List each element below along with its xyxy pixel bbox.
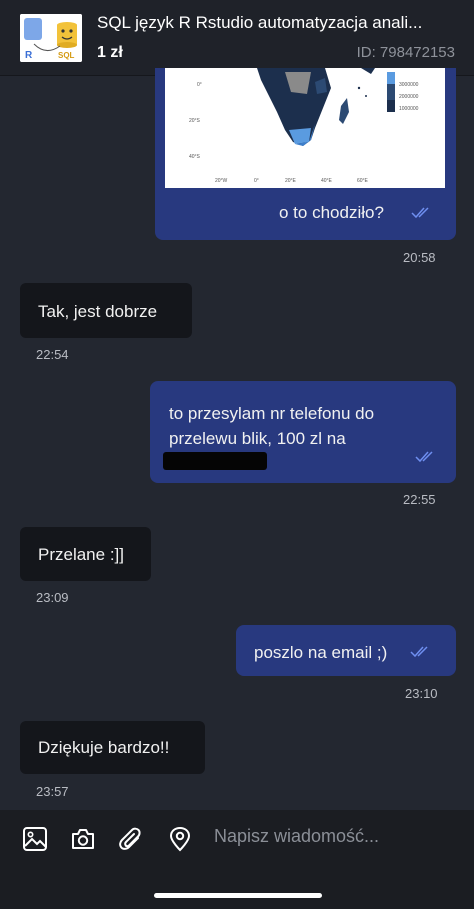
read-receipt-icon: [411, 207, 429, 219]
image-icon[interactable]: [22, 826, 48, 852]
legend-value: 2000000: [399, 94, 419, 100]
location-icon[interactable]: [167, 826, 193, 852]
message-time: 20:58: [403, 250, 436, 265]
paperclip-icon[interactable]: [118, 826, 144, 852]
lon-label: 0°: [254, 178, 259, 184]
message-time: 23:10: [405, 686, 438, 701]
camera-icon[interactable]: [70, 826, 96, 852]
message-text: Przelane :]]: [38, 545, 124, 564]
incoming-message-bubble[interactable]: Tak, jest dobrze: [20, 283, 192, 338]
home-indicator[interactable]: [154, 893, 322, 898]
choropleth-map: 0° 20°S 40°S 20°W 0° 20°E 40°E 60°E 3000…: [165, 68, 445, 188]
read-receipt-icon: [415, 451, 433, 463]
incoming-message-bubble[interactable]: Przelane :]]: [20, 527, 151, 581]
listing-thumbnail-image: R SQL: [20, 14, 82, 62]
legend-value: 1000000: [399, 106, 419, 112]
message-time: 23:09: [36, 590, 69, 605]
message-time: 22:54: [36, 347, 69, 362]
lat-label: 0°: [197, 82, 202, 88]
message-text: o to chodziło?: [279, 203, 384, 222]
legend-value: 3000000: [399, 82, 419, 88]
listing-price: 1 zł: [97, 44, 123, 61]
listing-header[interactable]: R SQL SQL język R Rstudio automatyzacja …: [0, 0, 474, 76]
thumb-r-label: R: [25, 50, 33, 61]
message-text: to przesylam nr telefonu do przelewu bli…: [169, 401, 374, 451]
read-receipt-icon: [410, 646, 428, 658]
outgoing-message-bubble[interactable]: poszlo na email ;): [236, 625, 456, 676]
redacted-phone-number: [163, 452, 267, 470]
listing-thumbnail[interactable]: R SQL: [20, 14, 82, 62]
lon-label: 20°W: [215, 178, 228, 184]
lat-label: 20°S: [189, 118, 201, 124]
incoming-message-bubble[interactable]: Dziękuje bardzo!!: [20, 721, 205, 774]
message-text: Tak, jest dobrze: [38, 302, 158, 321]
message-input[interactable]: Napisz wiadomość...: [214, 826, 379, 847]
message-text: Dziękuje bardzo!!: [38, 738, 170, 757]
message-text: poszlo na email ;): [254, 643, 388, 662]
lat-label: 40°S: [189, 154, 201, 160]
listing-id: ID: 798472153: [356, 44, 455, 61]
message-time: 23:57: [36, 784, 69, 799]
lon-label: 20°E: [285, 178, 297, 184]
message-line: przelewu blik, 100 zl na: [169, 429, 346, 448]
listing-title[interactable]: SQL język R Rstudio automatyzacja anali.…: [97, 13, 457, 33]
thumb-sql-label: SQL: [58, 51, 75, 60]
africa-map-image[interactable]: 0° 20°S 40°S 20°W 0° 20°E 40°E 60°E 3000…: [165, 68, 445, 188]
message-line: to przesylam nr telefonu do: [169, 404, 375, 423]
message-time: 22:55: [403, 492, 436, 507]
lon-label: 60°E: [357, 178, 369, 184]
lon-label: 40°E: [321, 178, 333, 184]
